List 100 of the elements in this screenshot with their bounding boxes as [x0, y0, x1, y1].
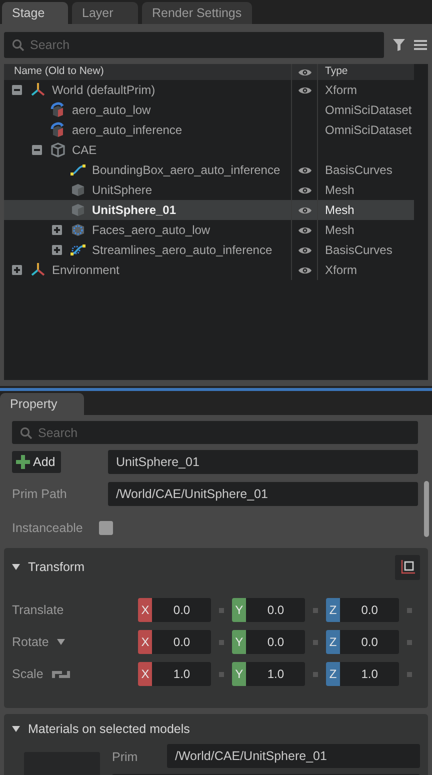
- axis-label: Y: [232, 662, 246, 686]
- visibility-eye-icon[interactable]: [298, 266, 312, 274]
- xform-axes-icon: [30, 262, 46, 278]
- caret-icon[interactable]: [56, 639, 65, 645]
- expand-toggle[interactable]: [12, 265, 22, 275]
- prim-type: BasisCurves: [325, 163, 392, 177]
- search-icon: [12, 39, 24, 51]
- tree-row[interactable]: aero_auto_low OmniSciDataset: [4, 100, 414, 120]
- collapse-toggle[interactable]: [32, 145, 42, 155]
- prim-type: Mesh: [325, 223, 354, 237]
- minus-icon: [33, 146, 41, 154]
- field-label: Prim Path: [12, 486, 67, 503]
- field-label: Prim: [112, 749, 138, 766]
- number-field[interactable]: Z 1.0: [326, 662, 400, 686]
- frame-icon: [400, 559, 416, 575]
- prim-name: Environment: [52, 262, 120, 279]
- filter-icon[interactable]: [392, 38, 406, 52]
- tree-row[interactable]: CAE: [4, 140, 414, 160]
- collapse-caret-icon[interactable]: [12, 725, 20, 733]
- field-label: Scale: [12, 666, 44, 683]
- field-value: 0.0: [266, 634, 285, 651]
- number-field[interactable]: X 0.0: [138, 630, 212, 654]
- cube-arrow-icon: [50, 102, 66, 118]
- axis-label: Y: [232, 630, 246, 654]
- visibility-eye-icon[interactable]: [298, 246, 312, 254]
- scrollbar[interactable]: [424, 481, 429, 537]
- minus-icon: [13, 86, 21, 94]
- prim-name: Faces_aero_auto_low: [92, 222, 210, 239]
- prim-path-field[interactable]: /World/CAE/UnitSphere_01: [167, 744, 420, 768]
- visibility-eye-icon[interactable]: [298, 206, 312, 214]
- prim-name: World (defaultPrim): [52, 82, 156, 99]
- collapse-caret-icon[interactable]: [12, 563, 20, 571]
- expand-toggle[interactable]: [52, 225, 62, 235]
- search-field[interactable]: Search: [12, 421, 418, 444]
- menu-icon[interactable]: [414, 39, 428, 51]
- visibility-eye-icon[interactable]: [298, 166, 312, 174]
- link-icon[interactable]: [51, 670, 72, 678]
- section-title[interactable]: Materials on selected models: [28, 720, 190, 738]
- column-header[interactable]: Name (Old to New): [14, 64, 104, 80]
- prim-type: BasisCurves: [325, 243, 392, 257]
- number-field[interactable]: Y 0.0: [232, 598, 306, 622]
- field-value: 0.0: [266, 602, 285, 619]
- prim-name: aero_auto_inference: [72, 122, 182, 139]
- axis-label: Z: [326, 662, 340, 686]
- prim-name: UnitSphere: [92, 182, 152, 199]
- number-field[interactable]: Y 1.0: [232, 662, 306, 686]
- number-field[interactable]: Y 0.0: [232, 630, 306, 654]
- prim-name-field[interactable]: UnitSphere_01: [108, 450, 418, 474]
- tree-row[interactable]: UnitSphere_01 Mesh: [4, 200, 414, 220]
- visibility-eye-icon[interactable]: [298, 186, 312, 194]
- collapse-toggle[interactable]: [12, 85, 22, 95]
- plus-icon: [13, 266, 21, 274]
- stage-tab[interactable]: Render Settings: [142, 2, 252, 24]
- stage-tab[interactable]: Stage: [2, 2, 68, 24]
- number-field[interactable]: X 1.0: [138, 662, 212, 686]
- field-value: 0.0: [360, 634, 379, 651]
- tree-row[interactable]: Environment Xform: [4, 260, 414, 280]
- property-tab[interactable]: Property: [0, 393, 84, 415]
- tree-row[interactable]: Streamlines_aero_auto_inference BasisCurves: [4, 240, 414, 260]
- cube-arrow-icon: [50, 122, 66, 138]
- prim-type: OmniSciDataset: [325, 123, 412, 137]
- curve-icon: [70, 162, 86, 178]
- tree-row[interactable]: BoundingBox_aero_auto_inference BasisCurves: [4, 160, 414, 180]
- axis-label: Y: [232, 598, 246, 622]
- field-value: 0.0: [172, 602, 192, 619]
- visibility-eye-icon[interactable]: [298, 226, 312, 234]
- tree-row[interactable]: World (defaultPrim) Xform: [4, 80, 414, 100]
- gizmo-button[interactable]: [395, 554, 420, 580]
- number-field[interactable]: Z 0.0: [326, 598, 400, 622]
- field-value: 0.0: [360, 602, 379, 619]
- checkbox[interactable]: [98, 521, 113, 535]
- prim-path-field[interactable]: /World/CAE/UnitSphere_01: [108, 482, 418, 506]
- plus-icon: [53, 226, 61, 234]
- number-field[interactable]: Z 0.0: [326, 630, 400, 654]
- prim-type: Mesh: [325, 203, 354, 217]
- column-header[interactable]: Type: [325, 65, 348, 77]
- field-value: 1.0: [266, 666, 285, 683]
- field-label: Translate: [12, 602, 64, 619]
- tree-row[interactable]: aero_auto_inference OmniSciDataset: [4, 120, 414, 140]
- plus-icon: [16, 455, 30, 469]
- stage-tab[interactable]: Layer: [72, 2, 138, 24]
- axis-label: X: [138, 662, 152, 686]
- dotted-curve-icon: [70, 242, 86, 258]
- prim-type: Xform: [325, 263, 358, 277]
- field-value: 1.0: [360, 666, 379, 683]
- search-field[interactable]: Search: [4, 32, 384, 58]
- prim-name: Streamlines_aero_auto_inference: [92, 242, 272, 259]
- section-title[interactable]: Transform: [28, 558, 84, 576]
- expand-toggle[interactable]: [52, 245, 62, 255]
- axis-label: X: [138, 630, 152, 654]
- eye-icon[interactable]: [298, 68, 312, 76]
- visibility-eye-icon[interactable]: [298, 86, 312, 94]
- axis-label: X: [138, 598, 152, 622]
- add-button[interactable]: Add: [12, 451, 62, 473]
- prim-name: aero_auto_low: [72, 102, 151, 119]
- number-field[interactable]: X 0.0: [138, 598, 212, 622]
- tree-row[interactable]: Faces_aero_auto_low Mesh: [4, 220, 414, 240]
- prim-name: UnitSphere_01: [92, 202, 176, 219]
- prim-name: BoundingBox_aero_auto_inference: [92, 162, 280, 179]
- prim-name: CAE: [72, 142, 97, 159]
